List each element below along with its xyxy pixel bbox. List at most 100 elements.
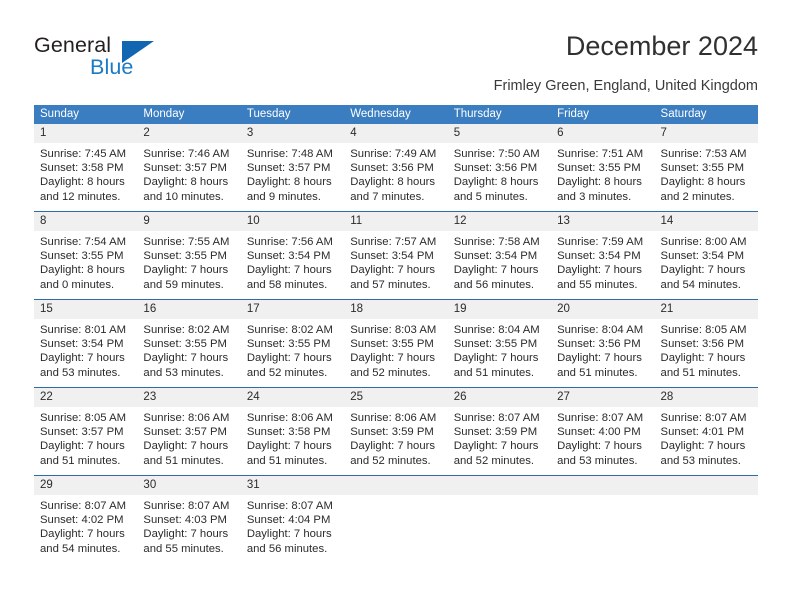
day-cell[interactable]: Sunrise: 8:06 AM Sunset: 3:59 PM Dayligh… [344,407,447,475]
day-cell[interactable]: Sunrise: 7:46 AM Sunset: 3:57 PM Dayligh… [137,143,240,211]
sunrise-text: Sunrise: 7:59 AM [557,236,644,248]
day-cell[interactable]: Sunrise: 8:04 AM Sunset: 3:56 PM Dayligh… [551,319,654,387]
day-cell[interactable]: Sunrise: 8:07 AM Sunset: 4:02 PM Dayligh… [34,495,137,563]
day-cell[interactable]: Sunrise: 7:50 AM Sunset: 3:56 PM Dayligh… [448,143,551,211]
day-cell[interactable]: Sunrise: 7:53 AM Sunset: 3:55 PM Dayligh… [655,143,758,211]
day-number[interactable]: 14 [655,212,758,231]
sunset-text: Sunset: 3:57 PM [143,162,227,175]
day-cell[interactable]: Sunrise: 8:07 AM Sunset: 4:01 PM Dayligh… [655,407,758,475]
sunrise-text: Sunrise: 8:00 AM [660,236,747,248]
day-number[interactable]: 25 [344,388,447,407]
day-number[interactable]: 6 [551,124,654,143]
day-cell[interactable]: Sunrise: 8:07 AM Sunset: 3:59 PM Dayligh… [448,407,551,475]
day-cell[interactable]: Sunrise: 7:58 AM Sunset: 3:54 PM Dayligh… [448,231,551,299]
daylight-text-line1: Daylight: 8 hours [143,176,229,189]
sunset-text: Sunset: 3:54 PM [350,250,434,263]
sunset-text: Sunset: 3:59 PM [453,426,538,439]
sunset-text: Sunset: 3:54 PM [246,250,331,263]
day-cell[interactable]: Sunrise: 7:57 AM Sunset: 3:54 PM Dayligh… [344,231,447,299]
sunset-text: Sunset: 3:54 PM [40,338,124,351]
day-number-empty [448,476,551,495]
day-number[interactable]: 2 [137,124,240,143]
day-cell[interactable]: Sunrise: 7:51 AM Sunset: 3:55 PM Dayligh… [551,143,654,211]
daylight-text-line1: Daylight: 7 hours [143,352,229,365]
daylight-text-line2: and 54 minutes. [40,542,121,555]
day-number[interactable]: 24 [241,388,344,407]
day-cell[interactable]: Sunrise: 7:59 AM Sunset: 3:54 PM Dayligh… [551,231,654,299]
day-number[interactable]: 4 [344,124,447,143]
day-cell[interactable]: Sunrise: 7:54 AM Sunset: 3:55 PM Dayligh… [34,231,137,299]
daylight-text-line2: and 54 minutes. [660,278,741,291]
day-number[interactable]: 11 [344,212,447,231]
sunrise-text: Sunrise: 8:07 AM [246,500,333,512]
day-cell[interactable]: Sunrise: 8:00 AM Sunset: 3:54 PM Dayligh… [655,231,758,299]
day-number[interactable]: 16 [137,300,240,319]
day-cell[interactable]: Sunrise: 8:06 AM Sunset: 3:57 PM Dayligh… [137,407,240,475]
calendar-grid: Sunday Monday Tuesday Wednesday Thursday… [34,105,758,563]
day-number-empty [344,476,447,495]
day-cell[interactable]: Sunrise: 7:45 AM Sunset: 3:58 PM Dayligh… [34,143,137,211]
daylight-text-line1: Daylight: 7 hours [557,440,642,453]
day-number[interactable]: 30 [137,476,240,495]
sunset-text: Sunset: 3:54 PM [557,250,641,263]
day-number[interactable]: 27 [551,388,654,407]
day-cell[interactable]: Sunrise: 8:07 AM Sunset: 4:00 PM Dayligh… [551,407,654,475]
page-title: December 2024 [565,31,758,61]
daylight-text-line2: and 56 minutes. [246,542,328,555]
day-cell-empty [448,495,551,563]
day-cell[interactable]: Sunrise: 8:03 AM Sunset: 3:55 PM Dayligh… [344,319,447,387]
day-number[interactable]: 3 [241,124,344,143]
day-number-band: 29 30 31 [34,476,758,495]
daylight-text-line2: and 52 minutes. [246,366,328,379]
day-number[interactable]: 26 [448,388,551,407]
day-cell[interactable]: Sunrise: 7:48 AM Sunset: 3:57 PM Dayligh… [241,143,344,211]
sunrise-text: Sunrise: 7:45 AM [40,148,127,160]
sunset-text: Sunset: 3:55 PM [453,338,538,351]
day-number[interactable]: 12 [448,212,551,231]
day-cell[interactable]: Sunrise: 8:05 AM Sunset: 3:57 PM Dayligh… [34,407,137,475]
day-cell[interactable]: Sunrise: 7:56 AM Sunset: 3:54 PM Dayligh… [241,231,344,299]
sunrise-text: Sunrise: 8:04 AM [453,324,540,336]
day-cell[interactable]: Sunrise: 8:05 AM Sunset: 3:56 PM Dayligh… [655,319,758,387]
logo[interactable]: General Blue [34,33,214,85]
day-cell[interactable]: Sunrise: 8:01 AM Sunset: 3:54 PM Dayligh… [34,319,137,387]
day-number[interactable]: 29 [34,476,137,495]
day-number[interactable]: 20 [551,300,654,319]
day-number[interactable]: 22 [34,388,137,407]
sunrise-text: Sunrise: 8:06 AM [246,412,333,424]
sunset-text: Sunset: 3:55 PM [143,250,227,263]
day-number[interactable]: 28 [655,388,758,407]
day-number[interactable]: 19 [448,300,551,319]
sunset-text: Sunset: 3:54 PM [660,250,745,263]
day-cell[interactable]: Sunrise: 7:55 AM Sunset: 3:55 PM Dayligh… [137,231,240,299]
daylight-text-line2: and 59 minutes. [143,278,224,291]
day-number[interactable]: 8 [34,212,137,231]
day-cell[interactable]: Sunrise: 8:07 AM Sunset: 4:03 PM Dayligh… [137,495,240,563]
day-cell[interactable]: Sunrise: 8:02 AM Sunset: 3:55 PM Dayligh… [137,319,240,387]
day-number[interactable]: 23 [137,388,240,407]
daylight-text-line2: and 51 minutes. [660,366,741,379]
day-cell[interactable]: Sunrise: 8:06 AM Sunset: 3:58 PM Dayligh… [241,407,344,475]
day-cell[interactable]: Sunrise: 8:02 AM Sunset: 3:55 PM Dayligh… [241,319,344,387]
day-number[interactable]: 13 [551,212,654,231]
day-number[interactable]: 5 [448,124,551,143]
day-number[interactable]: 31 [241,476,344,495]
day-cell[interactable]: Sunrise: 7:49 AM Sunset: 3:56 PM Dayligh… [344,143,447,211]
day-number[interactable]: 18 [344,300,447,319]
sunrise-text: Sunrise: 8:03 AM [350,324,437,336]
day-number[interactable]: 21 [655,300,758,319]
day-number[interactable]: 7 [655,124,758,143]
sunset-text: Sunset: 3:56 PM [350,162,434,175]
daylight-text-line1: Daylight: 7 hours [557,352,642,365]
day-number[interactable]: 15 [34,300,137,319]
sunrise-text: Sunrise: 7:51 AM [557,148,644,160]
day-number[interactable]: 1 [34,124,137,143]
day-number[interactable]: 10 [241,212,344,231]
daylight-text-line2: and 51 minutes. [143,454,224,467]
day-number[interactable]: 9 [137,212,240,231]
day-cell[interactable]: Sunrise: 8:04 AM Sunset: 3:55 PM Dayligh… [448,319,551,387]
day-cell[interactable]: Sunrise: 8:07 AM Sunset: 4:04 PM Dayligh… [241,495,344,563]
daylight-text-line1: Daylight: 7 hours [40,352,125,365]
day-number[interactable]: 17 [241,300,344,319]
day-detail-band: Sunrise: 7:54 AM Sunset: 3:55 PM Dayligh… [34,231,758,299]
